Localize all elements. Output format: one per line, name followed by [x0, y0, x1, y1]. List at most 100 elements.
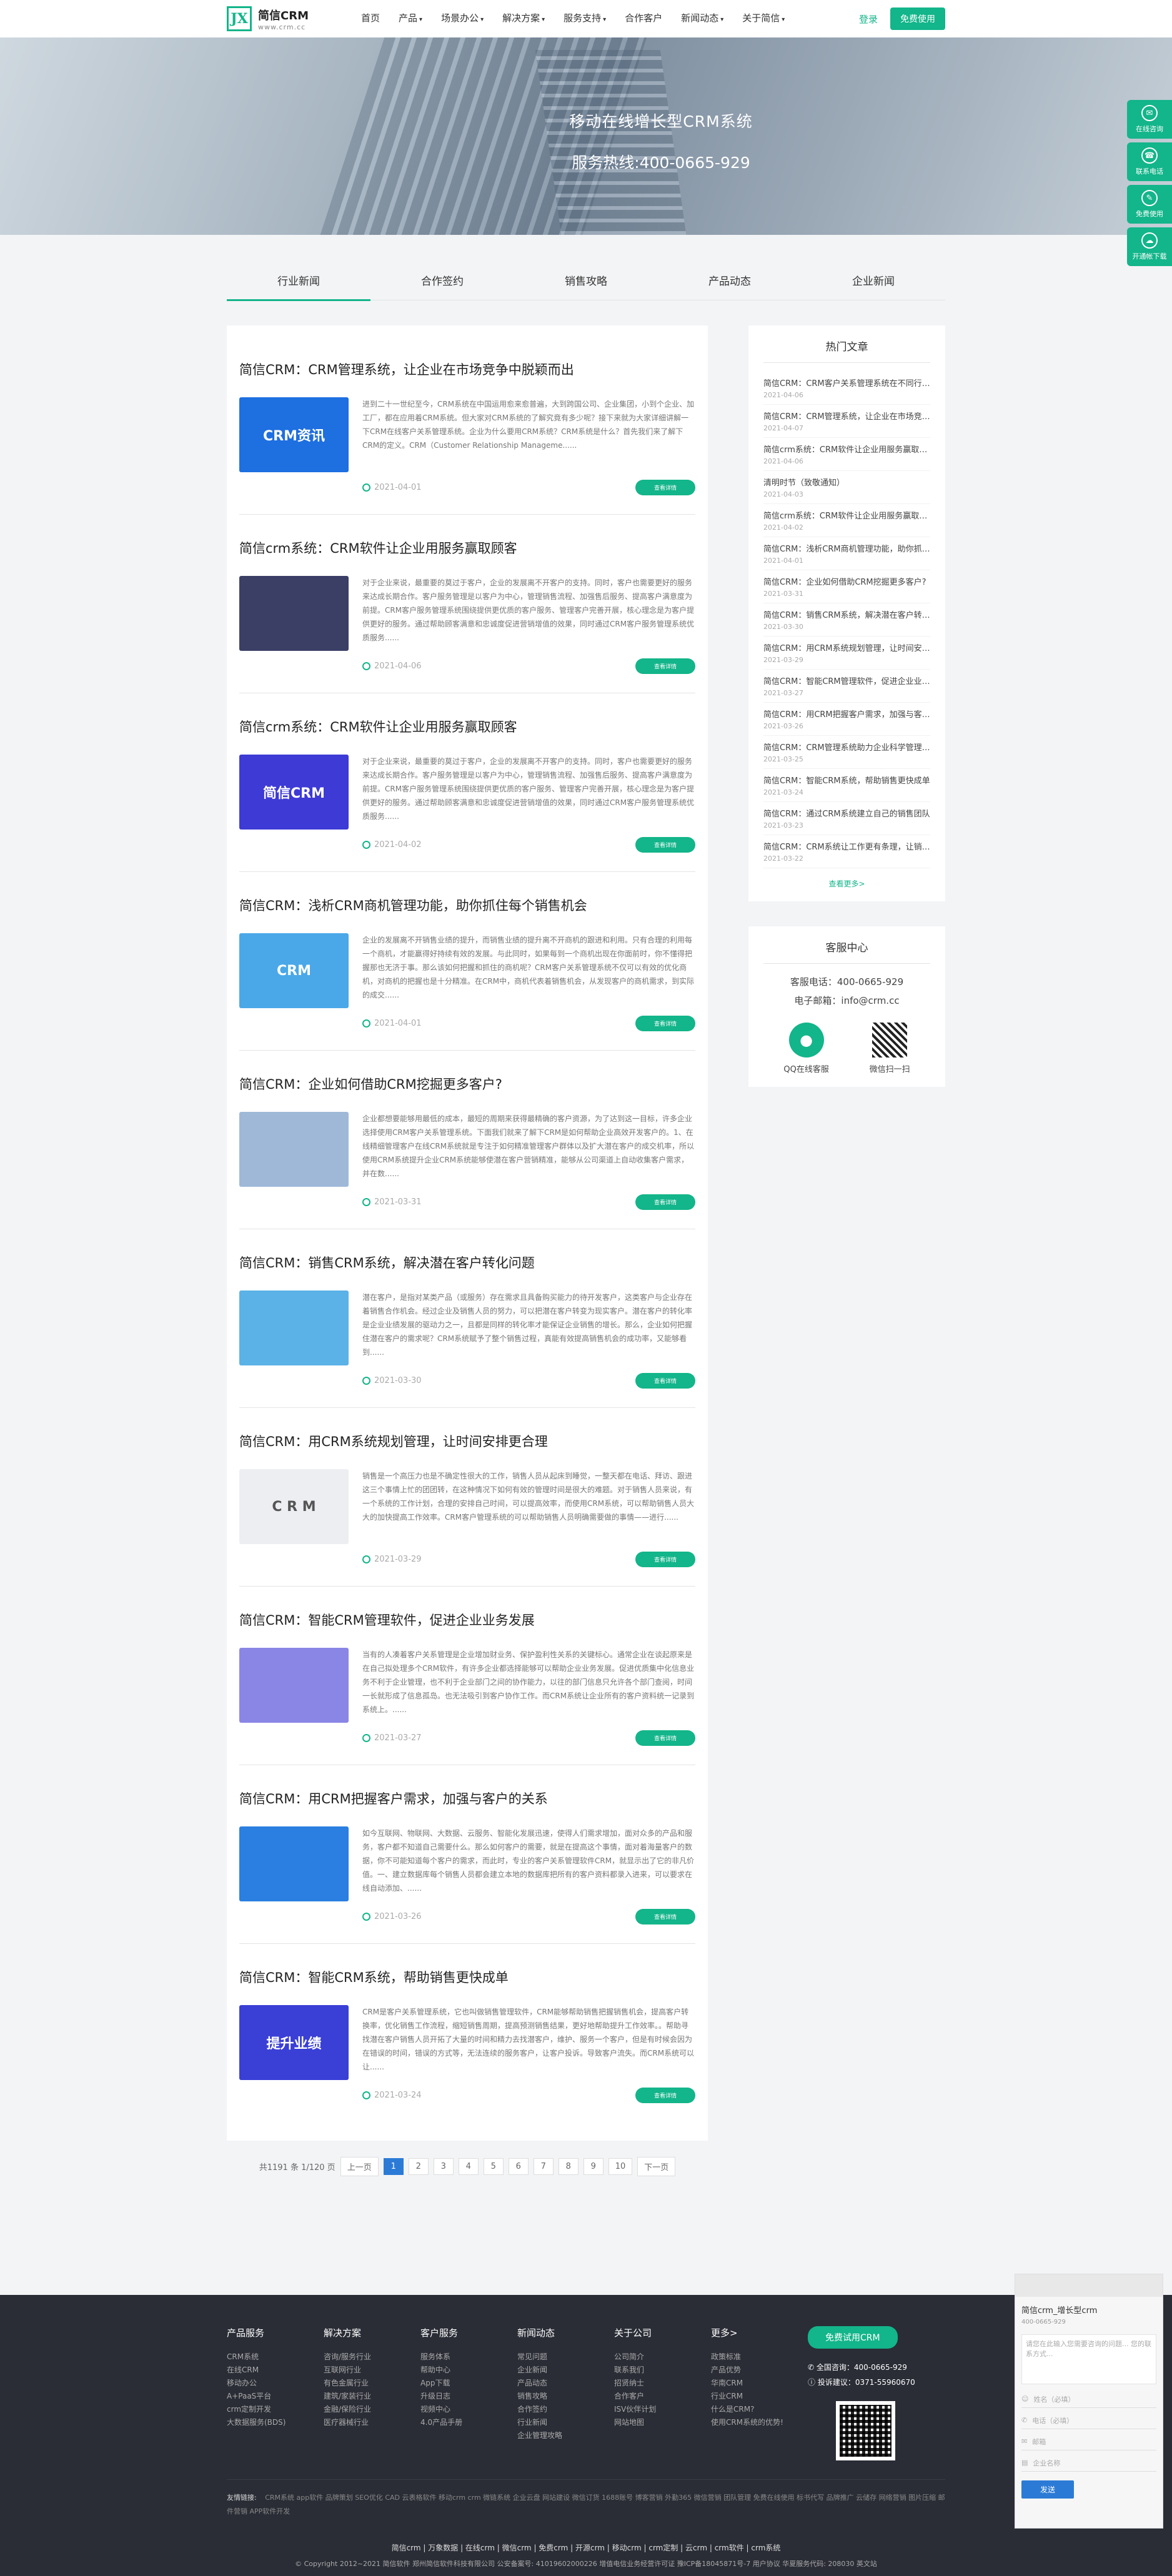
tab-item[interactable]: 销售攻略	[514, 272, 658, 300]
article-thumbnail[interactable]	[239, 1290, 349, 1365]
hot-article-item[interactable]: 简信CRM：通过CRM系统建立自己的销售团队 2021-03-23	[763, 802, 930, 835]
hot-article-title[interactable]: 简信CRM：CRM管理系统，让企业在市场竞争中脱颖而出	[763, 410, 930, 422]
logo[interactable]: JX 简信CRM www.crm.cc	[227, 6, 339, 31]
hot-article-item[interactable]: 简信CRM：CRM管理系统助力企业科学管理客户 2021-03-25	[763, 736, 930, 769]
footer-link[interactable]: 帮助中心	[420, 2364, 517, 2377]
read-more-button[interactable]: 查看详情	[635, 1552, 695, 1567]
footer-link[interactable]: 什么是CRM?	[711, 2403, 808, 2416]
hot-article-item[interactable]: 清明时节（致敬通知） 2021-04-03	[763, 471, 930, 504]
nav-item[interactable]: 场景办公 ▾	[432, 0, 493, 39]
read-more-button[interactable]: 查看详情	[635, 2088, 695, 2103]
footer-link[interactable]: 招贤纳士	[614, 2377, 711, 2390]
footer-link[interactable]: 服务体系	[420, 2351, 517, 2364]
chat-send-button[interactable]: 发送	[1021, 2480, 1074, 2499]
article-thumbnail[interactable]: CRM	[239, 933, 349, 1008]
chat-phone-field[interactable]: ✆ 电话（必填）	[1021, 2412, 1156, 2429]
footer-link[interactable]: 有色金属行业	[324, 2377, 420, 2390]
side-float-item[interactable]: ☎ 联系电话	[1127, 142, 1172, 181]
hot-article-title[interactable]: 简信crm系统：CRM软件让企业用服务赢取顾客	[763, 509, 930, 521]
footer-link[interactable]: 在线CRM	[227, 2364, 324, 2377]
hot-article-item[interactable]: 简信crm系统：CRM软件让企业用服务赢取顾客 2021-04-02	[763, 504, 930, 537]
chat-company-field[interactable]: ▤ 企业名称	[1021, 2454, 1156, 2472]
article-title[interactable]: 简信CRM：销售CRM系统，解决潜在客户转化问题	[239, 1253, 695, 1272]
hot-article-title[interactable]: 简信CRM：销售CRM系统，解决潜在客户转化问题	[763, 608, 930, 620]
read-more-button[interactable]: 查看详情	[635, 837, 695, 853]
hot-article-item[interactable]: 简信CRM：CRM客户关系管理系统在不同行业中的应用 2021-04-06	[763, 372, 930, 405]
footer-link[interactable]: 移动办公	[227, 2377, 324, 2390]
chat-email-field[interactable]: ✉ 邮箱	[1021, 2433, 1156, 2450]
nav-item[interactable]: 合作客户	[615, 0, 672, 39]
article-title[interactable]: 简信CRM：智能CRM管理软件，促进企业业务发展	[239, 1610, 695, 1629]
nav-item[interactable]: 服务支持 ▾	[554, 0, 615, 39]
article-title[interactable]: 简信CRM：CRM管理系统，让企业在市场竞争中脱颖而出	[239, 360, 695, 379]
footer-link[interactable]: 4.0产品手册	[420, 2416, 517, 2429]
hot-article-item[interactable]: 简信CRM：用CRM把握客户需求，加强与客户的关系 2021-03-26	[763, 703, 930, 736]
chat-header[interactable]	[1015, 2274, 1163, 2297]
footer-link[interactable]: 视频中心	[420, 2403, 517, 2416]
footer-link[interactable]: 互联网行业	[324, 2364, 420, 2377]
hot-article-item[interactable]: 简信CRM：CRM管理系统，让企业在市场竞争中脱颖而出 2021-04-07	[763, 405, 930, 438]
tab-item[interactable]: 合作签约	[370, 272, 514, 300]
footer-keywords[interactable]: 简信crm | 万象数据 | 在线crm | 微信crm | 免费crm | 开…	[227, 2540, 945, 2556]
chat-name-field[interactable]: ☺ 姓名（必填）	[1021, 2390, 1156, 2408]
footer-link[interactable]: 产品优势	[711, 2364, 808, 2377]
page-number-button[interactable]: 3	[433, 2158, 454, 2175]
footer-link[interactable]: 网站地图	[614, 2416, 711, 2429]
nav-item[interactable]: 关于简信 ▾	[733, 0, 794, 39]
footer-link[interactable]: CRM系统	[227, 2351, 324, 2364]
hot-article-title[interactable]: 清明时节（致敬通知）	[763, 476, 930, 488]
hot-article-item[interactable]: 简信CRM：销售CRM系统，解决潜在客户转化问题 2021-03-30	[763, 603, 930, 637]
side-float-item[interactable]: ☁ 开通帐下载	[1127, 227, 1172, 266]
nav-item[interactable]: 新闻动态 ▾	[672, 0, 733, 39]
article-thumbnail[interactable]	[239, 576, 349, 651]
read-more-button[interactable]: 查看详情	[635, 1909, 695, 1925]
free-trial-button[interactable]: 免费使用	[890, 7, 945, 30]
article-title[interactable]: 简信CRM：企业如何借助CRM挖掘更多客户?	[239, 1074, 695, 1093]
page-number-button[interactable]: 5	[483, 2158, 504, 2175]
footer-link[interactable]: 使用CRM系统的优势!	[711, 2416, 808, 2429]
hot-article-item[interactable]: 简信CRM：浅析CRM商机管理功能，助你抓住每个销售机会 2021-04-01	[763, 537, 930, 570]
read-more-button[interactable]: 查看详情	[635, 1730, 695, 1746]
hot-article-title[interactable]: 简信CRM：智能CRM管理软件，促进企业业务发展	[763, 675, 930, 686]
article-title[interactable]: 简信crm系统：CRM软件让企业用服务赢取顾客	[239, 538, 695, 557]
chat-message-input[interactable]: 请您在此输入您需要咨询的问题... 您的联系方式...	[1021, 2334, 1156, 2384]
tab-item[interactable]: 行业新闻	[227, 272, 370, 301]
article-title[interactable]: 简信CRM：智能CRM系统，帮助销售更快成单	[239, 1968, 695, 1986]
page-number-button[interactable]: 1	[383, 2158, 404, 2175]
hot-article-item[interactable]: 简信CRM：CRM系统让工作更有条理，让销售更高效 2021-03-22	[763, 835, 930, 868]
footer-link[interactable]: 销售攻略	[517, 2390, 614, 2403]
footer-link[interactable]: A+PaaS平台	[227, 2390, 324, 2403]
footer-link[interactable]: 行业CRM	[711, 2390, 808, 2403]
footer-link[interactable]: 咨询/服务行业	[324, 2351, 420, 2364]
tab-item[interactable]: 产品动态	[658, 272, 802, 300]
hot-article-item[interactable]: 简信CRM：用CRM系统规划管理，让时间安排更合理 2021-03-29	[763, 637, 930, 670]
hot-article-title[interactable]: 简信CRM：CRM客户关系管理系统在不同行业中的应用	[763, 377, 930, 389]
nav-item[interactable]: 产品 ▾	[389, 0, 432, 39]
article-thumbnail[interactable]: CRM资讯	[239, 397, 349, 472]
hot-article-item[interactable]: 简信CRM：企业如何借助CRM挖掘更多客户? 2021-03-31	[763, 570, 930, 603]
side-float-item[interactable]: ✎ 免费使用	[1127, 185, 1172, 224]
footer-link[interactable]: 企业新闻	[517, 2364, 614, 2377]
read-more-button[interactable]: 查看详情	[635, 480, 695, 495]
hot-article-title[interactable]: 简信CRM：用CRM把握客户需求，加强与客户的关系	[763, 708, 930, 720]
footer-link[interactable]: 联系我们	[614, 2364, 711, 2377]
page-number-button[interactable]: 4	[458, 2158, 479, 2175]
nav-item[interactable]: 解决方案 ▾	[493, 0, 554, 39]
footer-link[interactable]: 医疗器械行业	[324, 2416, 420, 2429]
see-more-link[interactable]: 查看更多>	[763, 878, 930, 889]
page-number-button[interactable]: 6	[508, 2158, 529, 2175]
footer-link[interactable]: 大数据服务(BDS)	[227, 2416, 324, 2429]
article-thumbnail[interactable]: C R M	[239, 1469, 349, 1544]
article-thumbnail[interactable]	[239, 1826, 349, 1901]
page-number-button[interactable]: 10	[608, 2158, 633, 2175]
hot-article-title[interactable]: 简信CRM：企业如何借助CRM挖掘更多客户?	[763, 575, 930, 587]
footer-link[interactable]: 升级日志	[420, 2390, 517, 2403]
read-more-button[interactable]: 查看详情	[635, 658, 695, 674]
next-page-button[interactable]: 下一页	[637, 2157, 676, 2176]
page-number-button[interactable]: 2	[408, 2158, 429, 2175]
footer-trial-button[interactable]: 免费试用CRM	[808, 2326, 898, 2349]
page-number-button[interactable]: 7	[533, 2158, 554, 2175]
hot-article-title[interactable]: 简信crm系统：CRM软件让企业用服务赢取顾客	[763, 443, 930, 455]
friend-links-list[interactable]: CRM系统 app软件 品牌策划 SEO优化 CAD 云表格软件 移动crm c…	[227, 2494, 945, 2515]
article-thumbnail[interactable]: 提升业绩	[239, 2005, 349, 2080]
